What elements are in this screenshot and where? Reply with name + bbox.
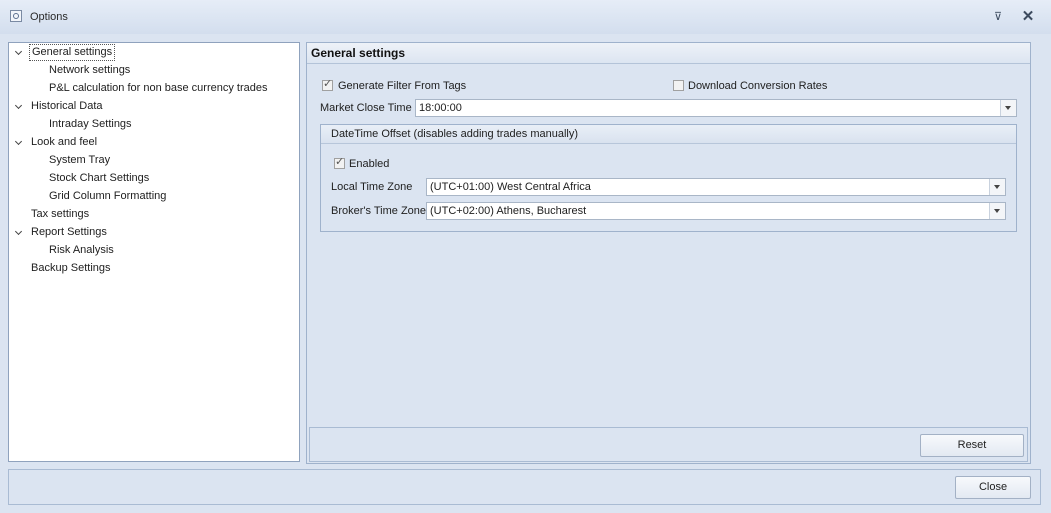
dialog-footer: Close: [8, 469, 1041, 505]
close-button[interactable]: Close: [955, 476, 1031, 499]
tree-item-risk-analysis[interactable]: Risk Analysis: [47, 242, 116, 259]
panel-header: General settings: [307, 43, 1030, 64]
chevron-down-icon[interactable]: [14, 49, 24, 59]
chevron-down-icon[interactable]: [14, 103, 24, 113]
panel-title: General settings: [311, 46, 406, 60]
checkmark-icon: ✓: [335, 156, 345, 168]
datetime-offset-group: DateTime Offset (disables adding trades …: [320, 124, 1017, 232]
broker-time-zone-value: (UTC+02:00) Athens, Bucharest: [430, 205, 587, 217]
enabled-checkbox[interactable]: ✓: [334, 156, 345, 169]
tree-item-grid-column-formatting[interactable]: Grid Column Formatting: [47, 188, 168, 205]
tree-item-system-tray[interactable]: System Tray: [47, 152, 112, 169]
enabled-label: Enabled: [349, 158, 390, 170]
tree-item-general-settings[interactable]: General settings: [29, 44, 116, 61]
download-rates-label: Download Conversion Rates: [688, 80, 828, 92]
tree-item-backup-settings[interactable]: Backup Settings: [29, 260, 113, 277]
tree-item-report-settings[interactable]: Report Settings: [29, 224, 109, 241]
reset-button[interactable]: Reset: [920, 434, 1024, 457]
group-header: DateTime Offset (disables adding trades …: [321, 125, 1016, 144]
pin-icon[interactable]: ⊽: [989, 8, 1007, 26]
tree-item-pnl-calculation[interactable]: P&L calculation for non base currency tr…: [47, 80, 270, 97]
market-close-time-combo[interactable]: 18:00:00: [415, 99, 1017, 117]
tree-item-historical-data[interactable]: Historical Data: [29, 98, 105, 115]
local-time-zone-value: (UTC+01:00) West Central Africa: [430, 181, 591, 193]
chevron-down-icon[interactable]: [14, 229, 24, 239]
generate-filter-label: Generate Filter From Tags: [338, 80, 467, 92]
group-title: DateTime Offset (disables adding trades …: [331, 128, 579, 140]
download-rates-checkbox[interactable]: [673, 80, 684, 91]
settings-tree: General settings Network settings P&L ca…: [8, 42, 300, 462]
chevron-down-icon[interactable]: [989, 179, 1005, 195]
window-title: Options: [30, 11, 68, 23]
tree-item-tax-settings[interactable]: Tax settings: [29, 206, 91, 223]
tree-item-network-settings[interactable]: Network settings: [47, 62, 132, 79]
broker-time-zone-label: Broker's Time Zone: [331, 205, 427, 217]
close-window-icon[interactable]: ✕: [1019, 8, 1037, 26]
chevron-down-icon[interactable]: [14, 139, 24, 149]
generate-filter-checkbox[interactable]: ✓: [322, 78, 333, 91]
general-settings-panel: General settings ✓ Generate Filter From …: [306, 42, 1031, 464]
panel-footer: Reset: [309, 427, 1028, 462]
market-close-label: Market Close Time: [320, 102, 412, 114]
local-time-zone-combo[interactable]: (UTC+01:00) West Central Africa: [426, 178, 1006, 196]
chevron-down-icon[interactable]: [989, 203, 1005, 219]
tree-item-stock-chart-settings[interactable]: Stock Chart Settings: [47, 170, 151, 187]
title-bar: Options ⊽ ✕: [0, 0, 1051, 34]
local-time-zone-label: Local Time Zone: [331, 181, 413, 193]
market-close-value: 18:00:00: [419, 102, 462, 114]
broker-time-zone-combo[interactable]: (UTC+02:00) Athens, Bucharest: [426, 202, 1006, 220]
chevron-down-icon[interactable]: [1000, 100, 1016, 116]
app-icon: [10, 10, 22, 22]
tree-item-intraday-settings[interactable]: Intraday Settings: [47, 116, 134, 133]
checkmark-icon: ✓: [323, 78, 333, 90]
tree-item-look-and-feel[interactable]: Look and feel: [29, 134, 99, 151]
